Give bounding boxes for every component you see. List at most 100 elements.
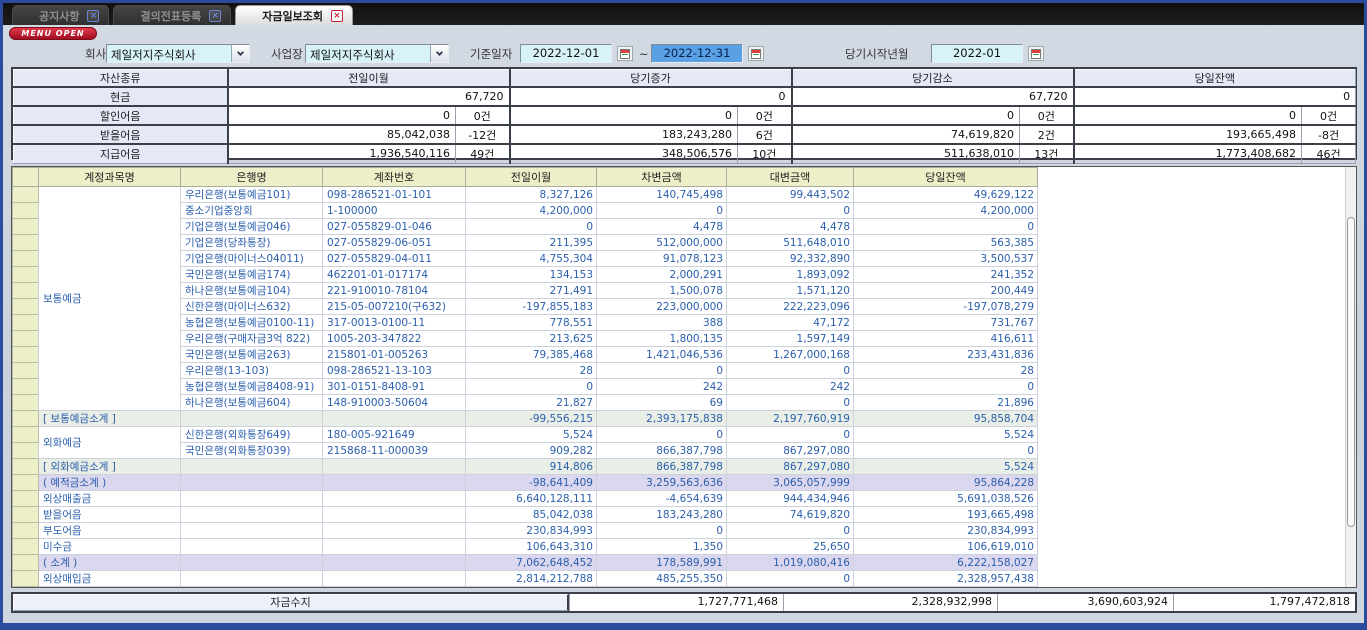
bank-name-cell[interactable]: 신한은행(마이너스632) [181, 299, 323, 315]
account-label-cell[interactable]: 미수금 [39, 539, 181, 555]
tab-0[interactable]: 공지사항× [12, 5, 109, 25]
amount-cell[interactable]: 511,648,010 [727, 235, 854, 251]
amount-cell[interactable]: 866,387,798 [597, 459, 727, 475]
amount-cell[interactable]: 25,650 [727, 539, 854, 555]
summary-row[interactable]: 할인어음00건00건00건00건 [14, 106, 1356, 125]
bank-name-cell[interactable]: 농협은행(보통예금0100-11) [181, 315, 323, 331]
account-number-cell[interactable]: 148-910003-50604 [323, 395, 466, 411]
row-selector-cell[interactable] [13, 411, 39, 427]
account-label-cell[interactable]: 외상매출금 [39, 491, 181, 507]
row-selector-cell[interactable] [13, 363, 39, 379]
amount-cell[interactable]: 230,834,993 [466, 523, 597, 539]
amount-cell[interactable]: 28 [466, 363, 597, 379]
amount-cell[interactable]: 7,062,648,452 [466, 555, 597, 571]
amount-cell[interactable]: -197,078,279 [854, 299, 1038, 315]
amount-cell[interactable]: 49,629,122 [854, 187, 1038, 203]
scrollbar-thumb[interactable] [1347, 217, 1355, 527]
account-label-cell[interactable]: ( 예적금소계 ) [39, 475, 181, 491]
amount-cell[interactable]: 485,255,350 [597, 571, 727, 587]
bank-name-cell[interactable]: 우리은행(구매자금3억 822) [181, 331, 323, 347]
amount-cell[interactable]: 0 [727, 395, 854, 411]
row-selector-cell[interactable] [13, 539, 39, 555]
bank-name-cell[interactable]: 기업은행(보통예금046) [181, 219, 323, 235]
amount-cell[interactable]: 2,000,291 [597, 267, 727, 283]
amount-cell[interactable]: 0 [854, 379, 1038, 395]
bank-name-cell[interactable]: 중소기업중앙회 [181, 203, 323, 219]
amount-cell[interactable]: 0 [727, 523, 854, 539]
amount-cell[interactable]: 242 [727, 379, 854, 395]
grid-row[interactable]: 지급어음1,936,540,116511,638,010348,506,5761… [13, 587, 1038, 589]
account-label-cell[interactable]: 부도어음 [39, 523, 181, 539]
amount-cell[interactable]: 388 [597, 315, 727, 331]
account-label-cell[interactable]: [ 보통예금소계 ] [39, 411, 181, 427]
bank-name-cell[interactable]: 하나은행(보통예금104) [181, 283, 323, 299]
amount-cell[interactable]: 28 [854, 363, 1038, 379]
amount-cell[interactable]: 0 [854, 219, 1038, 235]
bank-name-cell[interactable]: 기업은행(당좌통장) [181, 235, 323, 251]
row-selector-cell[interactable] [13, 395, 39, 411]
amount-cell[interactable]: 0 [727, 571, 854, 587]
amount-cell[interactable]: 8,327,126 [466, 187, 597, 203]
amount-cell[interactable]: 1,267,000,168 [727, 347, 854, 363]
amount-cell[interactable]: 0 [466, 379, 597, 395]
amount-cell[interactable]: 4,478 [727, 219, 854, 235]
bank-name-cell[interactable]: 농협은행(보통예금8408-91) [181, 379, 323, 395]
site-select[interactable]: 제일저지주식회사 [305, 44, 449, 63]
amount-cell[interactable]: 95,864,228 [854, 475, 1038, 491]
amount-cell[interactable]: 511,638,010 [597, 587, 727, 589]
amount-cell[interactable]: 242 [597, 379, 727, 395]
row-selector-cell[interactable] [13, 315, 39, 331]
amount-cell[interactable]: 5,691,038,526 [854, 491, 1038, 507]
amount-cell[interactable]: 909,282 [466, 443, 597, 459]
grid-row[interactable]: 외화예금신한은행(외화통장649)180-005-9216495,524005,… [13, 427, 1038, 443]
bank-name-cell[interactable]: 국민은행(외화통장039) [181, 443, 323, 459]
amount-cell[interactable]: 348,506,576 [727, 587, 854, 589]
row-selector-cell[interactable] [13, 267, 39, 283]
row-selector-cell[interactable] [13, 235, 39, 251]
account-number-cell[interactable]: 098-286521-13-103 [323, 363, 466, 379]
bank-name-cell[interactable]: 신한은행(외화통장649) [181, 427, 323, 443]
amount-cell[interactable]: 0 [466, 219, 597, 235]
amount-cell[interactable]: 222,223,096 [727, 299, 854, 315]
amount-cell[interactable]: 1,936,540,116 [466, 587, 597, 589]
row-selector-cell[interactable] [13, 555, 39, 571]
amount-cell[interactable]: 4,755,304 [466, 251, 597, 267]
amount-cell[interactable]: -98,641,409 [466, 475, 597, 491]
row-selector-cell[interactable] [13, 283, 39, 299]
calendar-icon[interactable] [1028, 46, 1044, 61]
amount-cell[interactable]: 1,421,046,536 [597, 347, 727, 363]
amount-cell[interactable]: 99,443,502 [727, 187, 854, 203]
account-number-cell[interactable]: 215868-11-000039 [323, 443, 466, 459]
account-label-cell[interactable]: ( 소계 ) [39, 555, 181, 571]
date-from-input[interactable]: 2022-12-01 [520, 44, 612, 63]
amount-cell[interactable]: 233,431,836 [854, 347, 1038, 363]
amount-cell[interactable]: 914,806 [466, 459, 597, 475]
grid-row[interactable]: [ 외화예금소계 ]914,806866,387,798867,297,0805… [13, 459, 1038, 475]
amount-cell[interactable]: -197,855,183 [466, 299, 597, 315]
row-selector-cell[interactable] [13, 379, 39, 395]
row-selector-cell[interactable] [13, 443, 39, 459]
amount-cell[interactable]: 1,350 [597, 539, 727, 555]
amount-cell[interactable]: 21,827 [466, 395, 597, 411]
row-selector-cell[interactable] [13, 187, 39, 203]
amount-cell[interactable]: 92,332,890 [727, 251, 854, 267]
date-to-input[interactable]: 2022-12-31 [651, 44, 743, 63]
amount-cell[interactable]: 2,197,760,919 [727, 411, 854, 427]
amount-cell[interactable]: 79,385,468 [466, 347, 597, 363]
tab-close-icon[interactable]: × [331, 10, 343, 22]
account-number-cell[interactable]: 1005-203-347822 [323, 331, 466, 347]
amount-cell[interactable]: 2,814,212,788 [466, 571, 597, 587]
account-number-cell[interactable]: 027-055829-04-011 [323, 251, 466, 267]
amount-cell[interactable]: 200,449 [854, 283, 1038, 299]
account-label-cell[interactable]: 지급어음 [39, 587, 181, 589]
menu-open-button[interactable]: MENU OPEN [9, 27, 97, 40]
amount-cell[interactable]: 0 [727, 203, 854, 219]
amount-cell[interactable]: 1,571,120 [727, 283, 854, 299]
amount-cell[interactable]: -99,556,215 [466, 411, 597, 427]
amount-cell[interactable]: 6,222,158,027 [854, 555, 1038, 571]
amount-cell[interactable]: 4,200,000 [854, 203, 1038, 219]
amount-cell[interactable]: 866,387,798 [597, 443, 727, 459]
amount-cell[interactable]: 944,434,946 [727, 491, 854, 507]
grid-row[interactable]: 외상매입금2,814,212,788485,255,35002,328,957,… [13, 571, 1038, 587]
bank-name-cell[interactable]: 우리은행(13-103) [181, 363, 323, 379]
